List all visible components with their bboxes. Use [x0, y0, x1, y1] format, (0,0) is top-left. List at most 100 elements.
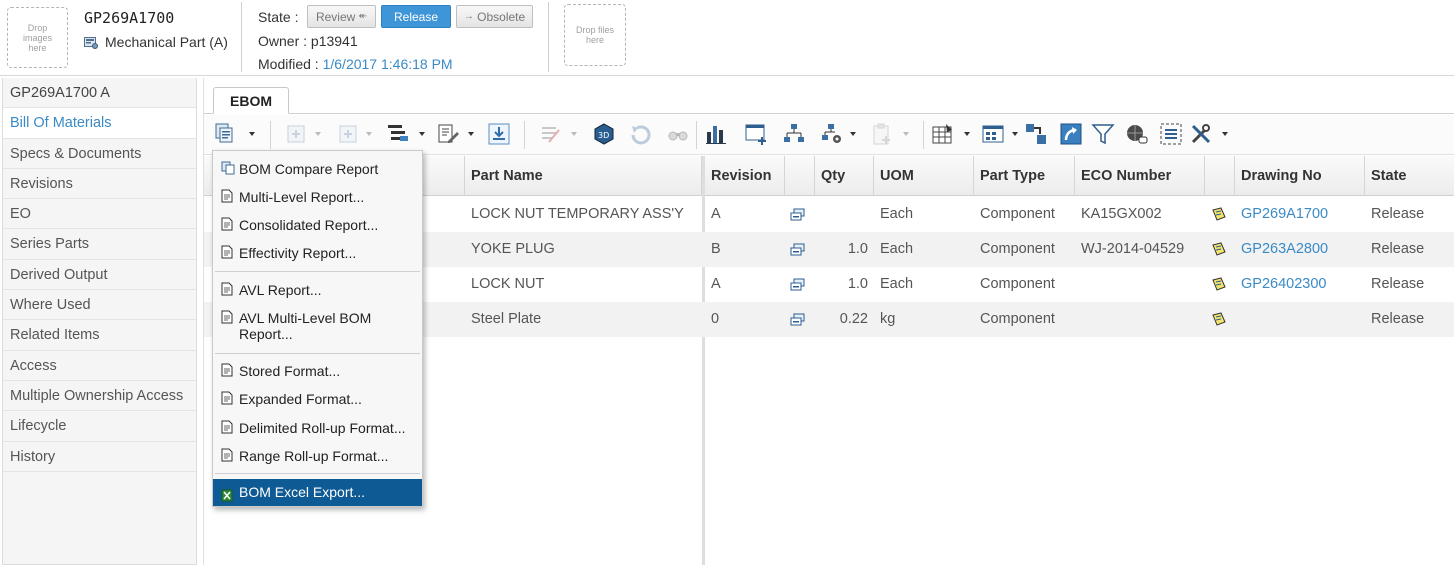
- state-review-button[interactable]: Review ↞: [307, 5, 376, 28]
- drawing-no-link[interactable]: GP26402300: [1241, 276, 1326, 292]
- column-header-icon[interactable]: [785, 156, 815, 196]
- column-header-drawing-no[interactable]: Drawing No: [1235, 156, 1365, 196]
- state-release-button[interactable]: Release: [381, 5, 451, 28]
- menu-item-range-rollup-format[interactable]: Range Roll-up Format...: [213, 448, 422, 464]
- sidebar-item-eo[interactable]: EO: [3, 199, 196, 230]
- column-header-part-type[interactable]: Part Type: [974, 156, 1075, 196]
- add-window-icon[interactable]: [744, 122, 768, 146]
- sidebar-item-where-used[interactable]: Where Used: [3, 290, 196, 321]
- qty-cell: [815, 197, 874, 232]
- excel-icon: [221, 485, 233, 502]
- drop-files-zone[interactable]: Drop files here: [564, 4, 626, 66]
- sidebar-item-history[interactable]: History: [3, 442, 196, 472]
- find-icon[interactable]: [666, 122, 690, 146]
- sidebar-item-part-summary[interactable]: GP269A1700 A: [3, 78, 196, 109]
- table-edit-icon[interactable]: [931, 122, 955, 146]
- structure-icon[interactable]: [790, 312, 806, 327]
- chevron-down-icon[interactable]: [315, 132, 321, 136]
- chevron-down-icon[interactable]: [419, 132, 425, 136]
- clipboard-icon[interactable]: [870, 122, 894, 146]
- drawing-icon[interactable]: [1211, 207, 1227, 222]
- column-header-state[interactable]: State: [1365, 156, 1454, 196]
- menu-item-expanded-format[interactable]: Expanded Format...: [213, 391, 422, 407]
- document-icon: [221, 245, 233, 259]
- bar-chart-icon[interactable]: [704, 122, 728, 146]
- menu-item-bom-excel-export[interactable]: BOM Excel Export...: [213, 479, 422, 506]
- add-existing-part-icon[interactable]: [336, 122, 360, 146]
- menu-item-label: Consolidated Report...: [239, 217, 379, 233]
- menu-item-multi-level-report[interactable]: Multi-Level Report...: [213, 189, 422, 205]
- sidebar-item-bill-of-materials[interactable]: Bill Of Materials: [3, 108, 196, 139]
- column-header-qty[interactable]: Qty: [815, 156, 874, 196]
- chevron-down-icon[interactable]: [964, 132, 970, 136]
- markup-icon[interactable]: [539, 122, 563, 146]
- menu-item-avl-multi-level-bom-report[interactable]: AVL Multi-Level BOM Report...: [213, 310, 388, 342]
- move-to-icon[interactable]: [1024, 122, 1048, 146]
- filter-icon[interactable]: [1091, 122, 1115, 146]
- menu-item-consolidated-report[interactable]: Consolidated Report...: [213, 217, 422, 233]
- select-frame-icon[interactable]: [1159, 122, 1183, 146]
- column-header-drawing-icon[interactable]: [1205, 156, 1235, 196]
- sidebar-item-multiple-ownership-access[interactable]: Multiple Ownership Access: [3, 381, 196, 412]
- jump-arrow-icon[interactable]: [1059, 122, 1083, 146]
- chevron-down-icon[interactable]: [468, 132, 474, 136]
- owner-label: Owner :: [258, 33, 308, 49]
- sidebar-item-access[interactable]: Access: [3, 351, 196, 381]
- drawing-icon[interactable]: [1211, 277, 1227, 292]
- sidebar-item-specs-documents[interactable]: Specs & Documents: [3, 139, 196, 169]
- chevron-down-icon[interactable]: [1222, 132, 1228, 136]
- state-obsolete-button[interactable]: → Obsolete: [456, 5, 533, 28]
- column-header-revision[interactable]: Revision: [705, 156, 785, 196]
- configure-hierarchy-icon[interactable]: [820, 122, 844, 146]
- drop-images-zone[interactable]: Drop images here: [7, 7, 68, 68]
- menu-item-label: AVL Report...: [239, 282, 322, 298]
- grid-view-icon[interactable]: [981, 122, 1005, 146]
- sidebar-item-related-items[interactable]: Related Items: [3, 320, 196, 351]
- menu-item-stored-format[interactable]: Stored Format...: [213, 363, 422, 379]
- chevron-down-icon[interactable]: [571, 132, 577, 136]
- state-cell: Release: [1371, 311, 1425, 327]
- structure-icon[interactable]: [790, 242, 806, 257]
- menu-item-effectivity-report[interactable]: Effectivity Report...: [213, 245, 422, 261]
- header-divider: [548, 2, 549, 72]
- chevron-down-icon[interactable]: [903, 132, 909, 136]
- undo-icon[interactable]: [629, 122, 653, 146]
- sidebar-item-series-parts[interactable]: Series Parts: [3, 229, 196, 260]
- part-name-cell: LOCK NUT: [471, 276, 545, 292]
- edit-icon[interactable]: [437, 122, 461, 146]
- structure-icon[interactable]: [790, 277, 806, 292]
- structure-view-icon[interactable]: [386, 122, 410, 146]
- column-header-eco-number[interactable]: ECO Number: [1075, 156, 1205, 196]
- header-divider: [241, 2, 242, 72]
- drawing-icon[interactable]: [1211, 242, 1227, 257]
- chevron-down-icon[interactable]: [850, 132, 856, 136]
- hierarchy-icon[interactable]: [782, 122, 806, 146]
- column-header-part-name[interactable]: Part Name: [465, 156, 702, 196]
- sidebar-item-lifecycle[interactable]: Lifecycle: [3, 411, 196, 442]
- owner-value: p13941: [310, 33, 358, 49]
- sidebar-item-revisions[interactable]: Revisions: [3, 169, 196, 200]
- tools-icon[interactable]: [1189, 122, 1213, 146]
- download-icon[interactable]: [487, 122, 511, 146]
- qty-cell: 1.0: [847, 276, 868, 292]
- reports-menu-icon[interactable]: [214, 122, 238, 146]
- structure-icon[interactable]: [790, 207, 806, 222]
- tab-ebom[interactable]: EBOM: [213, 87, 289, 114]
- add-new-part-icon[interactable]: [284, 122, 308, 146]
- sidebar-item-derived-output[interactable]: Derived Output: [3, 260, 196, 291]
- state-label: State :: [258, 9, 299, 25]
- chevron-down-icon[interactable]: [1012, 132, 1018, 136]
- modified-date-link[interactable]: 1/6/2017 1:46:18 PM: [323, 56, 453, 72]
- 3d-view-icon[interactable]: 3D: [592, 122, 616, 146]
- column-header-uom[interactable]: UOM: [874, 156, 974, 196]
- menu-item-bom-compare-report[interactable]: BOM Compare Report: [213, 161, 422, 177]
- drawing-no-link[interactable]: GP263A2800: [1241, 241, 1328, 257]
- globe-link-icon[interactable]: [1125, 122, 1149, 146]
- menu-item-delimited-rollup-format[interactable]: Delimited Roll-up Format...: [213, 420, 422, 436]
- drawing-icon[interactable]: [1211, 312, 1227, 327]
- svg-text:3D: 3D: [598, 131, 609, 140]
- menu-item-avl-report[interactable]: AVL Report...: [213, 282, 422, 298]
- chevron-down-icon[interactable]: [366, 132, 372, 136]
- drawing-no-link[interactable]: GP269A1700: [1241, 206, 1328, 222]
- chevron-down-icon[interactable]: [249, 132, 255, 136]
